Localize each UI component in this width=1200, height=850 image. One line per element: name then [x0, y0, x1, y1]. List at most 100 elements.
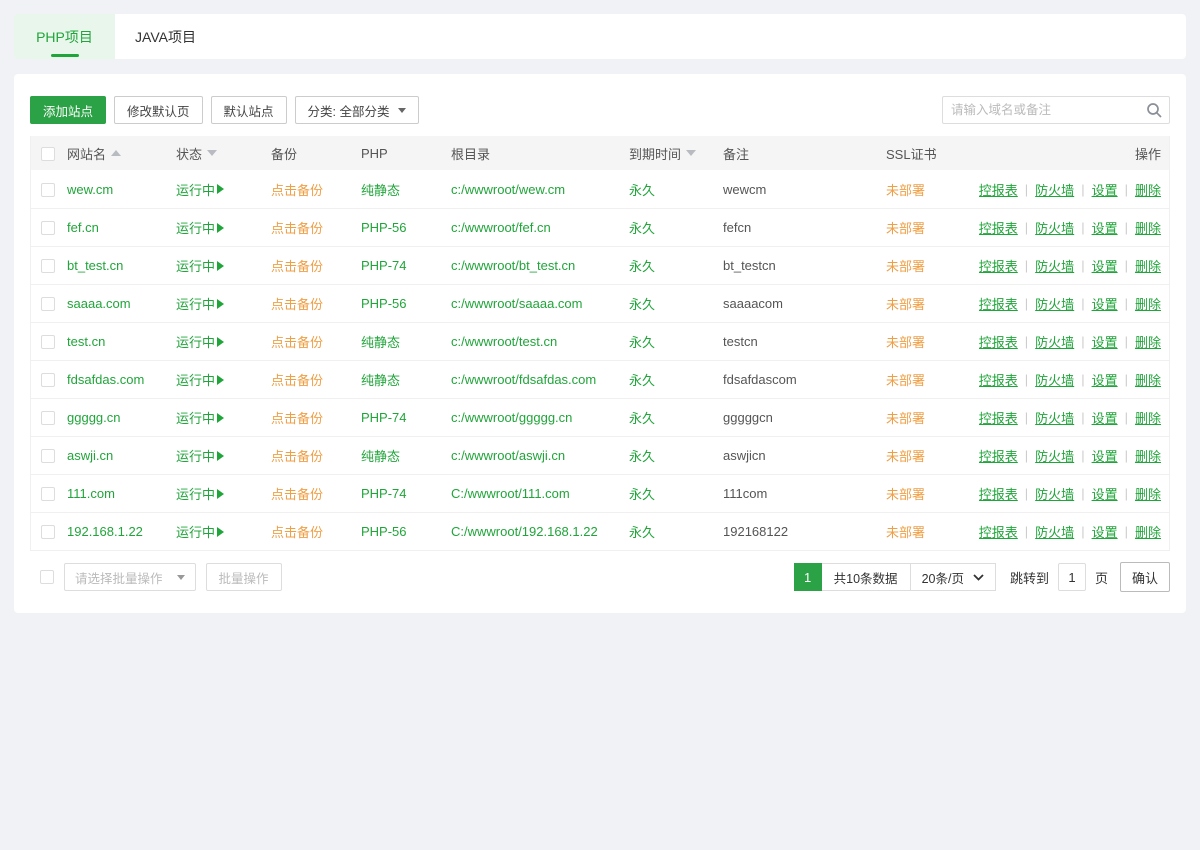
row-action-delete[interactable]: 删除 [1135, 294, 1161, 313]
row-action-delete[interactable]: 删除 [1135, 522, 1161, 541]
site-name-link[interactable]: 111.com [67, 486, 115, 501]
column-site-name[interactable]: 网站名 [67, 144, 176, 163]
row-checkbox[interactable] [41, 449, 55, 463]
row-action-settings[interactable]: 设置 [1092, 218, 1118, 237]
batch-action-dropdown[interactable]: 请选择批量操作 [64, 563, 196, 591]
tab-java-project[interactable]: JAVA项目 [115, 14, 216, 59]
default-site-button[interactable]: 默认站点 [211, 96, 287, 124]
row-action-monitor-report[interactable]: 监控报表 [979, 218, 1018, 237]
jump-page-input[interactable] [1058, 563, 1086, 591]
ssl-status-link[interactable]: 未部署 [886, 221, 925, 236]
row-action-delete[interactable]: 删除 [1135, 370, 1161, 389]
column-expire-time[interactable]: 到期时间 [629, 144, 723, 163]
site-name-link[interactable]: aswji.cn [67, 448, 113, 463]
batch-action-button[interactable]: 批量操作 [206, 563, 282, 591]
row-action-firewall[interactable]: 防火墙 [1035, 408, 1074, 427]
row-action-firewall[interactable]: 防火墙 [1035, 294, 1074, 313]
site-name-link[interactable]: fef.cn [67, 220, 99, 235]
tab-php-project[interactable]: PHP项目 [14, 14, 115, 59]
row-checkbox[interactable] [41, 373, 55, 387]
row-action-settings[interactable]: 设置 [1092, 484, 1118, 503]
page-size-select[interactable]: 20条/页 [911, 563, 996, 591]
ssl-status-link[interactable]: 未部署 [886, 373, 925, 388]
select-all-checkbox[interactable] [41, 147, 55, 161]
site-name-link[interactable]: bt_test.cn [67, 258, 123, 273]
backup-link[interactable]: 点击备份 [271, 525, 323, 540]
row-action-settings[interactable]: 设置 [1092, 370, 1118, 389]
row-action-firewall[interactable]: 防火墙 [1035, 484, 1074, 503]
row-action-delete[interactable]: 删除 [1135, 408, 1161, 427]
site-status-toggle[interactable]: 运行中 [176, 408, 224, 427]
row-action-delete[interactable]: 删除 [1135, 180, 1161, 199]
row-action-monitor-report[interactable]: 监控报表 [979, 332, 1018, 351]
ssl-status-link[interactable]: 未部署 [886, 297, 925, 312]
row-action-firewall[interactable]: 防火墙 [1035, 218, 1074, 237]
php-version-link[interactable]: 纯静态 [361, 373, 400, 388]
root-dir-link[interactable]: c:/wwwroot/bt_test.cn [451, 258, 575, 273]
add-site-button[interactable]: 添加站点 [30, 96, 106, 124]
row-action-delete[interactable]: 删除 [1135, 256, 1161, 275]
row-action-delete[interactable]: 删除 [1135, 446, 1161, 465]
site-name-link[interactable]: test.cn [67, 334, 105, 349]
root-dir-link[interactable]: C:/wwwroot/111.com [451, 486, 570, 501]
site-status-toggle[interactable]: 运行中 [176, 446, 224, 465]
backup-link[interactable]: 点击备份 [271, 411, 323, 426]
site-name-link[interactable]: saaaa.com [67, 296, 131, 311]
php-version-link[interactable]: PHP-56 [361, 296, 407, 311]
ssl-status-link[interactable]: 未部署 [886, 411, 925, 426]
row-action-delete[interactable]: 删除 [1135, 332, 1161, 351]
row-checkbox[interactable] [41, 335, 55, 349]
row-action-monitor-report[interactable]: 监控报表 [979, 446, 1018, 465]
row-action-firewall[interactable]: 防火墙 [1035, 522, 1074, 541]
row-checkbox[interactable] [41, 221, 55, 235]
row-action-monitor-report[interactable]: 监控报表 [979, 370, 1018, 389]
site-status-toggle[interactable]: 运行中 [176, 522, 224, 541]
root-dir-link[interactable]: c:/wwwroot/fdsafdas.com [451, 372, 596, 387]
ssl-status-link[interactable]: 未部署 [886, 487, 925, 502]
row-action-firewall[interactable]: 防火墙 [1035, 332, 1074, 351]
row-action-monitor-report[interactable]: 监控报表 [979, 180, 1018, 199]
ssl-status-link[interactable]: 未部署 [886, 335, 925, 350]
backup-link[interactable]: 点击备份 [271, 449, 323, 464]
row-action-monitor-report[interactable]: 监控报表 [979, 484, 1018, 503]
backup-link[interactable]: 点击备份 [271, 487, 323, 502]
root-dir-link[interactable]: c:/wwwroot/wew.cm [451, 182, 565, 197]
row-action-firewall[interactable]: 防火墙 [1035, 180, 1074, 199]
row-action-delete[interactable]: 删除 [1135, 484, 1161, 503]
ssl-status-link[interactable]: 未部署 [886, 525, 925, 540]
site-status-toggle[interactable]: 运行中 [176, 484, 224, 503]
php-version-link[interactable]: PHP-74 [361, 486, 407, 501]
root-dir-link[interactable]: c:/wwwroot/ggggg.cn [451, 410, 572, 425]
site-name-link[interactable]: wew.cm [67, 182, 113, 197]
batch-select-all-checkbox[interactable] [40, 570, 54, 584]
php-version-link[interactable]: PHP-74 [361, 410, 407, 425]
site-status-toggle[interactable]: 运行中 [176, 180, 224, 199]
ssl-status-link[interactable]: 未部署 [886, 259, 925, 274]
site-status-toggle[interactable]: 运行中 [176, 370, 224, 389]
site-status-toggle[interactable]: 运行中 [176, 294, 224, 313]
row-action-monitor-report[interactable]: 监控报表 [979, 294, 1018, 313]
backup-link[interactable]: 点击备份 [271, 221, 323, 236]
row-action-monitor-report[interactable]: 监控报表 [979, 522, 1018, 541]
row-checkbox[interactable] [41, 297, 55, 311]
root-dir-link[interactable]: c:/wwwroot/fef.cn [451, 220, 551, 235]
root-dir-link[interactable]: c:/wwwroot/aswji.cn [451, 448, 565, 463]
backup-link[interactable]: 点击备份 [271, 183, 323, 198]
php-version-link[interactable]: 纯静态 [361, 183, 400, 198]
backup-link[interactable]: 点击备份 [271, 259, 323, 274]
root-dir-link[interactable]: c:/wwwroot/saaaa.com [451, 296, 583, 311]
php-version-link[interactable]: 纯静态 [361, 335, 400, 350]
row-checkbox[interactable] [41, 259, 55, 273]
row-action-settings[interactable]: 设置 [1092, 446, 1118, 465]
category-filter-dropdown[interactable]: 分类: 全部分类 [295, 96, 419, 124]
row-action-settings[interactable]: 设置 [1092, 408, 1118, 427]
row-checkbox[interactable] [41, 525, 55, 539]
php-version-link[interactable]: PHP-74 [361, 258, 407, 273]
site-name-link[interactable]: fdsafdas.com [67, 372, 144, 387]
site-status-toggle[interactable]: 运行中 [176, 256, 224, 275]
site-status-toggle[interactable]: 运行中 [176, 332, 224, 351]
confirm-button[interactable]: 确认 [1120, 562, 1170, 592]
row-action-settings[interactable]: 设置 [1092, 332, 1118, 351]
row-action-settings[interactable]: 设置 [1092, 256, 1118, 275]
root-dir-link[interactable]: C:/wwwroot/192.168.1.22 [451, 524, 598, 539]
